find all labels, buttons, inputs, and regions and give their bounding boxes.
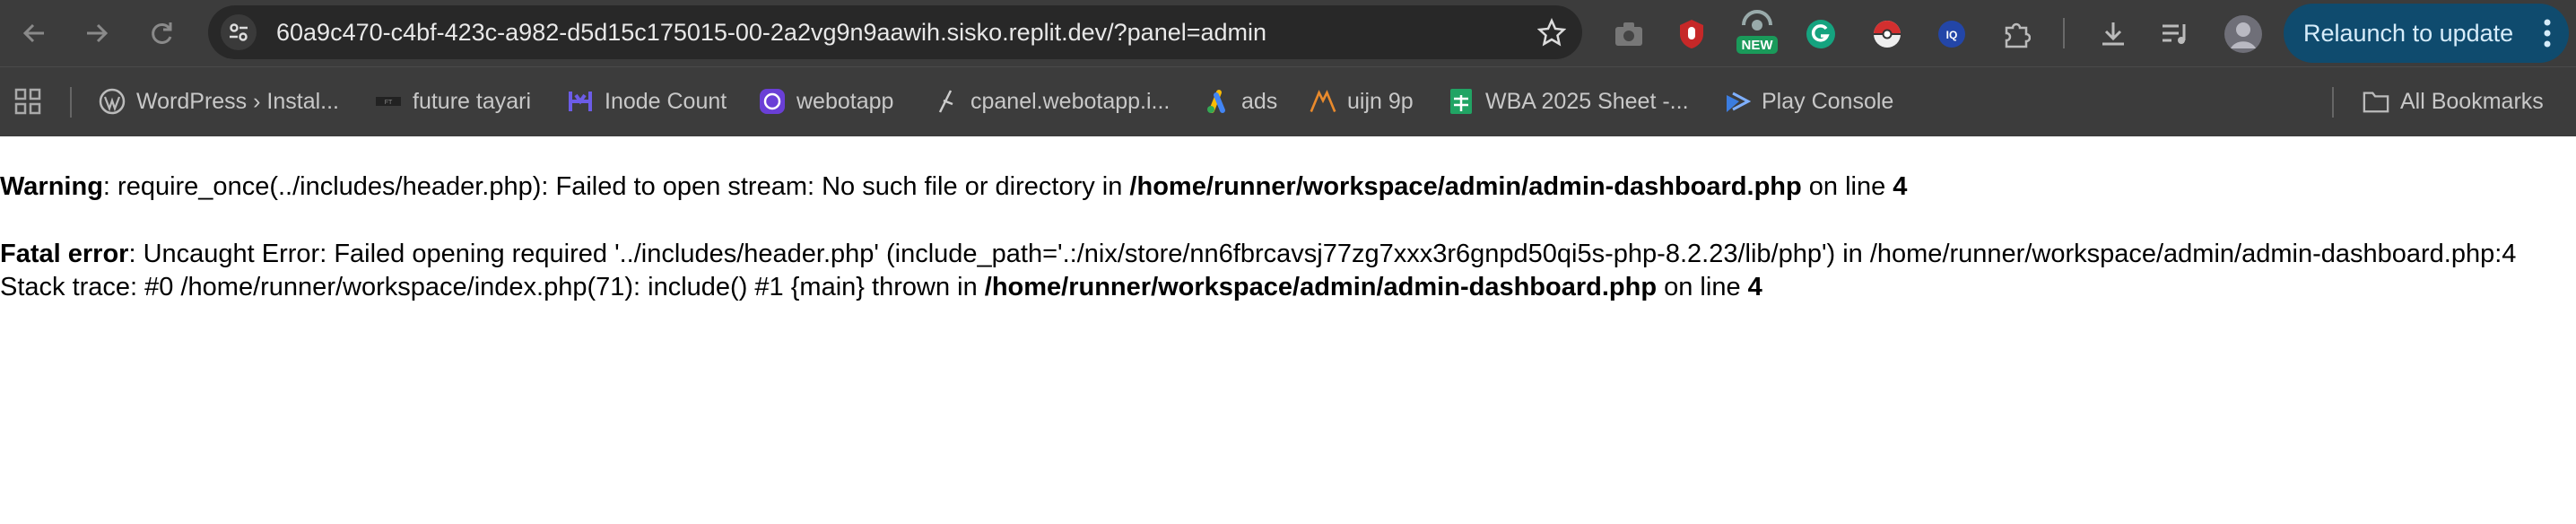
new-badge-icon[interactable]: NEW	[1736, 9, 1778, 56]
reload-icon	[152, 22, 172, 44]
folder-icon	[2363, 88, 2389, 115]
relaunch-update-button[interactable]: Relaunch to update	[2284, 4, 2569, 63]
future-tayari-icon: FT	[375, 88, 402, 115]
apps-grid-icon	[14, 88, 41, 115]
wordpress-icon	[99, 88, 126, 115]
toolbar-divider	[2063, 18, 2065, 48]
bookmark-label: future tayari	[413, 88, 532, 114]
fatal-path: /home/runner/workspace/admin/admin-dashb…	[984, 273, 1658, 301]
all-bookmarks-label: All Bookmarks	[2400, 88, 2544, 114]
bookmark-wba-sheet[interactable]: WBA 2025 Sheet -...	[1448, 83, 1689, 119]
bookmarks-divider	[70, 87, 72, 118]
bookmark-webotapp[interactable]: webotapp	[759, 83, 893, 119]
reload-button[interactable]	[144, 15, 179, 51]
bookmark-future-tayari[interactable]: FT future tayari	[375, 83, 531, 119]
bookmark-uijn-9p[interactable]: uijn 9p	[1310, 83, 1414, 119]
camera-icon[interactable]	[1611, 16, 1647, 52]
warning-line: 4	[1893, 172, 1908, 201]
php-warning: Warning: require_once(../includes/header…	[0, 170, 1907, 204]
warning-label: Warning	[0, 172, 103, 201]
uijn-icon	[1310, 88, 1336, 115]
fatal-line: 4	[1747, 273, 1762, 301]
download-icon[interactable]	[2095, 16, 2131, 52]
bookmarks-divider	[2332, 87, 2334, 118]
bookmark-label: Play Console	[1762, 88, 1894, 114]
php-fatal-error: Fatal error: Uncaught Error: Failed open…	[0, 238, 2576, 304]
relaunch-label: Relaunch to update	[2303, 19, 2514, 47]
sheets-icon	[1448, 88, 1475, 115]
more-vert-icon	[2544, 19, 2551, 48]
star-icon	[1537, 18, 1566, 47]
bookmark-label: Inode Count	[605, 88, 727, 114]
whatsapp-icon	[759, 88, 786, 115]
address-bar[interactable]: 60a9c470-c4bf-423c-a982-d5d15c175015-00-…	[208, 5, 1582, 59]
grammarly-icon[interactable]	[1803, 16, 1839, 52]
svg-text:NEW: NEW	[1742, 38, 1774, 53]
bookmark-label: WBA 2025 Sheet -...	[1485, 88, 1689, 114]
google-ads-icon	[1204, 88, 1231, 115]
bookmark-star-button[interactable]	[1534, 14, 1570, 50]
media-playlist-icon[interactable]	[2158, 16, 2194, 52]
arrow-left-icon	[22, 23, 44, 43]
bookmark-cpanel[interactable]: cpanel.webotapp.i...	[933, 83, 1170, 119]
pokeball-icon[interactable]	[1869, 16, 1905, 52]
all-bookmarks-button[interactable]: All Bookmarks	[2363, 83, 2544, 119]
warning-path: /home/runner/workspace/admin/admin-dashb…	[1129, 172, 1802, 201]
cpanel-icon	[933, 88, 960, 115]
puzzle-icon[interactable]	[1998, 16, 2034, 52]
tune-icon	[230, 23, 248, 41]
bookmark-label: uijn 9p	[1347, 88, 1414, 114]
warning-online: on line	[1801, 172, 1893, 201]
fatal-label: Fatal error	[0, 240, 129, 268]
bookmark-ads[interactable]: ads	[1204, 83, 1277, 119]
site-info-button[interactable]	[221, 14, 257, 50]
bookmark-inode-count[interactable]: Inode Count	[567, 83, 727, 119]
svg-text:FT: FT	[385, 100, 393, 106]
inode-icon	[567, 88, 594, 115]
bookmarks-bar: WordPress › Instal... FT future tayari I…	[0, 66, 2576, 136]
url-text[interactable]: 60a9c470-c4bf-423c-a982-d5d15c175015-00-…	[276, 5, 1266, 59]
apps-grid-button[interactable]	[14, 83, 41, 119]
bookmark-play-console[interactable]: Play Console	[1724, 83, 1893, 119]
browser-toolbar: 60a9c470-c4bf-423c-a982-d5d15c175015-00-…	[0, 0, 2576, 66]
bookmark-label: ads	[1241, 88, 1278, 114]
play-console-icon	[1724, 88, 1751, 115]
forward-button[interactable]	[79, 15, 115, 51]
bookmark-label: cpanel.webotapp.i...	[970, 88, 1171, 114]
profile-avatar[interactable]	[2223, 13, 2264, 55]
bookmark-label: WordPress › Instal...	[136, 88, 339, 114]
fatal-online: on line	[1657, 273, 1748, 301]
hand-stop-icon[interactable]	[1674, 16, 1710, 52]
bookmark-wordpress[interactable]: WordPress › Instal...	[99, 83, 339, 119]
iq-icon[interactable]: IQ	[1934, 16, 1970, 52]
bookmark-label: webotapp	[796, 88, 894, 114]
arrow-right-icon	[87, 23, 109, 43]
warning-text: : require_once(../includes/header.php): …	[102, 172, 1130, 201]
back-button[interactable]	[16, 15, 52, 51]
svg-text:IQ: IQ	[1946, 29, 1958, 41]
